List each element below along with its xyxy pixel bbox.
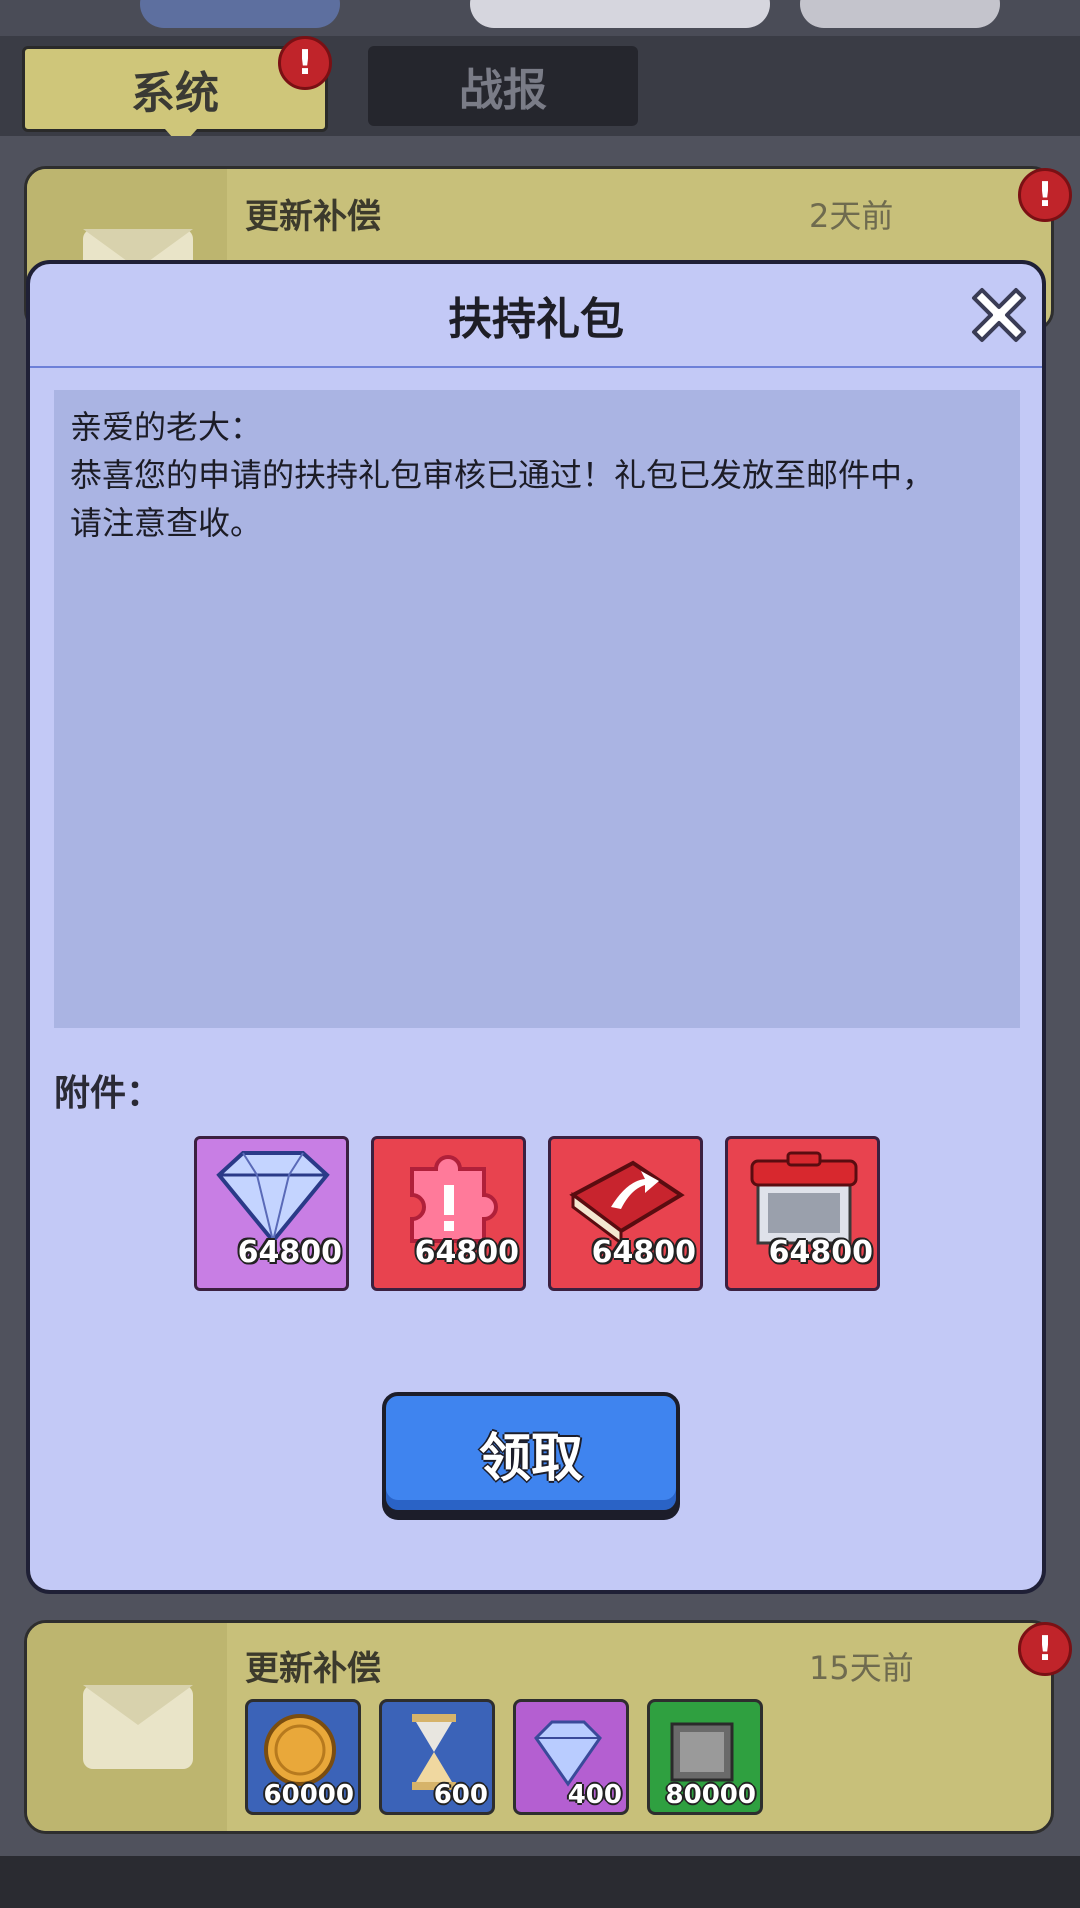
close-icon[interactable] [962, 278, 1036, 352]
hourglass-icon[interactable]: 600 [379, 1699, 495, 1815]
mail-items: 60000 600 400 80000 [245, 1699, 763, 1815]
top-banner [0, 0, 1080, 36]
message-body: 亲爱的老大： 恭喜您的申请的扶持礼包审核已通过！礼包已发放至邮件中， 请注意查收… [54, 390, 1020, 1028]
item-quantity: 64800 [591, 1235, 696, 1270]
mail-card[interactable]: 更新补偿 15天前 60000 600 400 80000 [24, 1620, 1054, 1834]
diamond-icon[interactable]: 64800 [194, 1136, 349, 1291]
gift-dialog: 扶持礼包 亲爱的老大： 恭喜您的申请的扶持礼包审核已通过！礼包已发放至邮件中， … [26, 260, 1046, 1594]
claim-button[interactable]: 领取 [382, 1392, 680, 1514]
mail-time: 2天前 [809, 197, 894, 235]
tab-system-label: 系统 [131, 68, 219, 119]
parts-box-icon[interactable]: 64800 [725, 1136, 880, 1291]
mail-time: 15天前 [809, 1649, 914, 1687]
tab-report-label: 战报 [459, 65, 547, 116]
item-quantity: 400 [567, 1780, 622, 1810]
upgrade-book-icon[interactable]: 64800 [548, 1136, 703, 1291]
dialog-header: 扶持礼包 [30, 264, 1042, 368]
item-quantity: 64800 [237, 1235, 342, 1270]
item-quantity: 600 [433, 1780, 488, 1810]
attachments-list: 64800 64800 64800 64800 [194, 1136, 880, 1291]
diamond-icon[interactable]: 400 [513, 1699, 629, 1815]
mail-title: 更新补偿 [245, 1649, 381, 1689]
dialog-title: 扶持礼包 [448, 294, 624, 345]
coin-icon[interactable]: 60000 [245, 1699, 361, 1815]
tab-bar: 系统 ! 战报 [0, 36, 1080, 147]
message-text: 请注意查收。 [70, 504, 263, 542]
mail-alert-icon: ! [1018, 168, 1072, 222]
attachments-label: 附件： [54, 1073, 163, 1114]
tab-system-alert-icon: ! [278, 36, 332, 90]
item-quantity: 80000 [665, 1780, 756, 1810]
mail-title: 更新补偿 [245, 197, 381, 237]
item-quantity: 64800 [414, 1235, 519, 1270]
item-quantity: 60000 [263, 1780, 354, 1810]
message-greeting: 亲爱的老大： [70, 408, 263, 446]
puzzle-piece-icon[interactable]: 64800 [371, 1136, 526, 1291]
item-quantity: 64800 [768, 1235, 873, 1270]
crate-icon[interactable]: 80000 [647, 1699, 763, 1815]
tab-report[interactable]: 战报 [368, 46, 638, 126]
message-text: 恭喜您的申请的扶持礼包审核已通过！礼包已发放至邮件中， [70, 456, 935, 494]
bottom-bar [0, 1856, 1080, 1908]
envelope-icon [83, 1685, 193, 1769]
mail-alert-icon: ! [1018, 1622, 1072, 1676]
